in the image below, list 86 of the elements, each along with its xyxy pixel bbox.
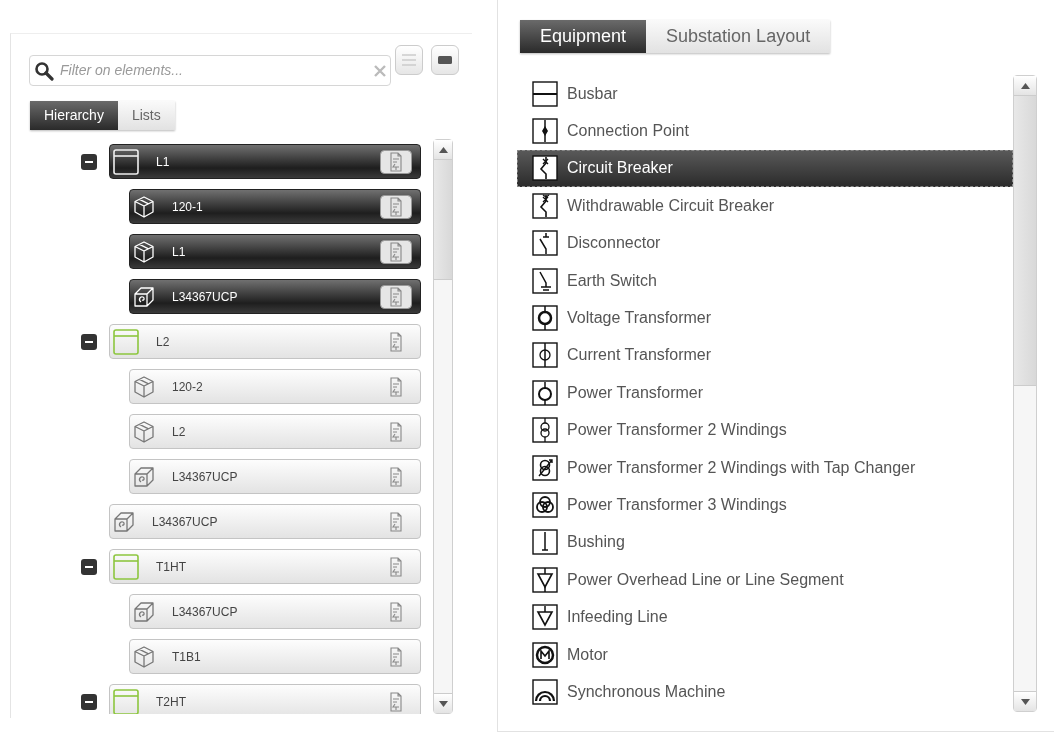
tree-item[interactable]: L34367UCP <box>129 459 421 494</box>
scrollbar[interactable] <box>433 139 453 714</box>
equipment-item[interactable]: Connection Point <box>517 112 1013 150</box>
transformer-icon <box>532 417 558 444</box>
list-icon <box>401 53 417 67</box>
filter-input[interactable]: Filter on elements... <box>58 59 370 82</box>
equipment-item[interactable]: Disconnector <box>517 224 1013 262</box>
connection-point-icon <box>532 118 558 145</box>
tab[interactable]: Equipment <box>520 20 647 53</box>
cube-icon <box>132 374 156 399</box>
equipment-item[interactable]: Voltage Transformer <box>517 299 1013 337</box>
tree-item[interactable]: L2 <box>109 324 421 359</box>
collapse-toggle[interactable] <box>81 693 97 710</box>
document-icon[interactable] <box>380 194 412 219</box>
equipment-item[interactable]: Bushing <box>517 523 1013 562</box>
tree-item[interactable]: 120-1 <box>129 189 421 224</box>
cube-icon <box>132 419 156 444</box>
box-swirl-icon <box>132 599 156 624</box>
equipment-item[interactable]: Power Transformer 2 Windings with Tap Changer <box>517 448 1013 487</box>
transformer-icon <box>532 379 558 406</box>
cube-icon <box>132 239 156 264</box>
collapse-toggle[interactable] <box>81 558 97 575</box>
scroll-up-icon[interactable] <box>438 146 448 153</box>
disconnector-icon <box>532 230 558 257</box>
window-icon <box>112 687 140 714</box>
document-icon[interactable] <box>380 149 412 174</box>
equipment-item[interactable]: Circuit Breaker <box>517 149 1013 188</box>
transformer-icon <box>532 454 558 481</box>
filter-field[interactable]: Filter on elements... <box>29 55 391 86</box>
tree-item[interactable]: 120-2 <box>129 369 421 404</box>
equipment-item[interactable]: Power Overhead Line or Line Segment <box>517 561 1013 599</box>
equipment-item[interactable]: Power Transformer 2 Windings <box>517 411 1013 449</box>
cube-icon <box>132 644 156 669</box>
list-view-button[interactable] <box>395 45 423 75</box>
equipment-item[interactable]: Current Transformer <box>517 336 1013 375</box>
tree-item[interactable]: L1 <box>129 234 421 269</box>
window-icon <box>112 147 140 176</box>
collapse-toggle[interactable] <box>81 153 97 170</box>
tree-item[interactable]: L1 <box>109 144 421 179</box>
scrollbar[interactable] <box>1013 75 1037 712</box>
scroll-down-icon[interactable] <box>438 700 448 707</box>
document-icon[interactable] <box>380 239 412 264</box>
equipment-item[interactable]: Power Transformer 3 Windings <box>517 486 1013 524</box>
document-icon[interactable] <box>380 284 412 309</box>
clear-icon[interactable] <box>374 64 386 77</box>
tab[interactable]: Hierarchy <box>30 101 118 130</box>
bushing-icon <box>532 529 558 556</box>
tree-item[interactable]: T2HT <box>109 684 421 714</box>
transformer-icon <box>532 305 558 332</box>
tree-item[interactable]: L2 <box>129 414 421 449</box>
equipment-item[interactable]: Earth Switch <box>517 261 1013 300</box>
tree-item[interactable]: L34367UCP <box>109 504 421 539</box>
equipment-item[interactable]: Infeeding Line <box>517 598 1013 636</box>
bar-icon <box>438 56 452 64</box>
scroll-thumb[interactable] <box>434 160 452 280</box>
window-icon <box>112 327 140 356</box>
machine-icon <box>532 678 558 705</box>
earth-switch-icon <box>532 267 558 294</box>
busbar-icon <box>532 80 558 107</box>
transformer-icon <box>532 342 558 369</box>
search-icon <box>34 60 54 81</box>
equipment-item[interactable]: Synchronous Machine <box>517 673 1013 711</box>
tree-item[interactable]: L34367UCP <box>129 594 421 629</box>
tree-item[interactable]: T1HT <box>109 549 421 584</box>
scroll-thumb[interactable] <box>1014 96 1036 386</box>
circuit-breaker-icon <box>532 192 558 219</box>
box-swirl-icon <box>132 464 156 489</box>
tab[interactable]: Lists <box>117 101 175 130</box>
tree-item[interactable]: L34367UCP <box>129 279 421 314</box>
equipment-item[interactable]: Power Transformer <box>517 374 1013 412</box>
circuit-breaker-icon <box>532 155 558 182</box>
equipment-item[interactable]: Busbar <box>517 75 1013 113</box>
box-swirl-icon <box>132 284 156 309</box>
window-icon <box>112 552 140 581</box>
collapse-all-button[interactable] <box>431 45 459 75</box>
collapse-toggle[interactable] <box>81 333 97 350</box>
equipment-item[interactable]: Withdrawable Circuit Breaker <box>517 187 1013 225</box>
tree-item[interactable]: T1B1 <box>129 639 421 674</box>
scroll-down-icon[interactable] <box>1020 698 1030 705</box>
tab[interactable]: Substation Layout <box>646 20 831 53</box>
equipment-item[interactable]: Motor <box>517 635 1013 674</box>
transformer-icon <box>532 492 558 518</box>
cube-icon <box>132 194 156 219</box>
box-swirl-icon <box>112 509 136 534</box>
motor-icon <box>532 641 558 668</box>
scroll-up-icon[interactable] <box>1020 82 1030 89</box>
